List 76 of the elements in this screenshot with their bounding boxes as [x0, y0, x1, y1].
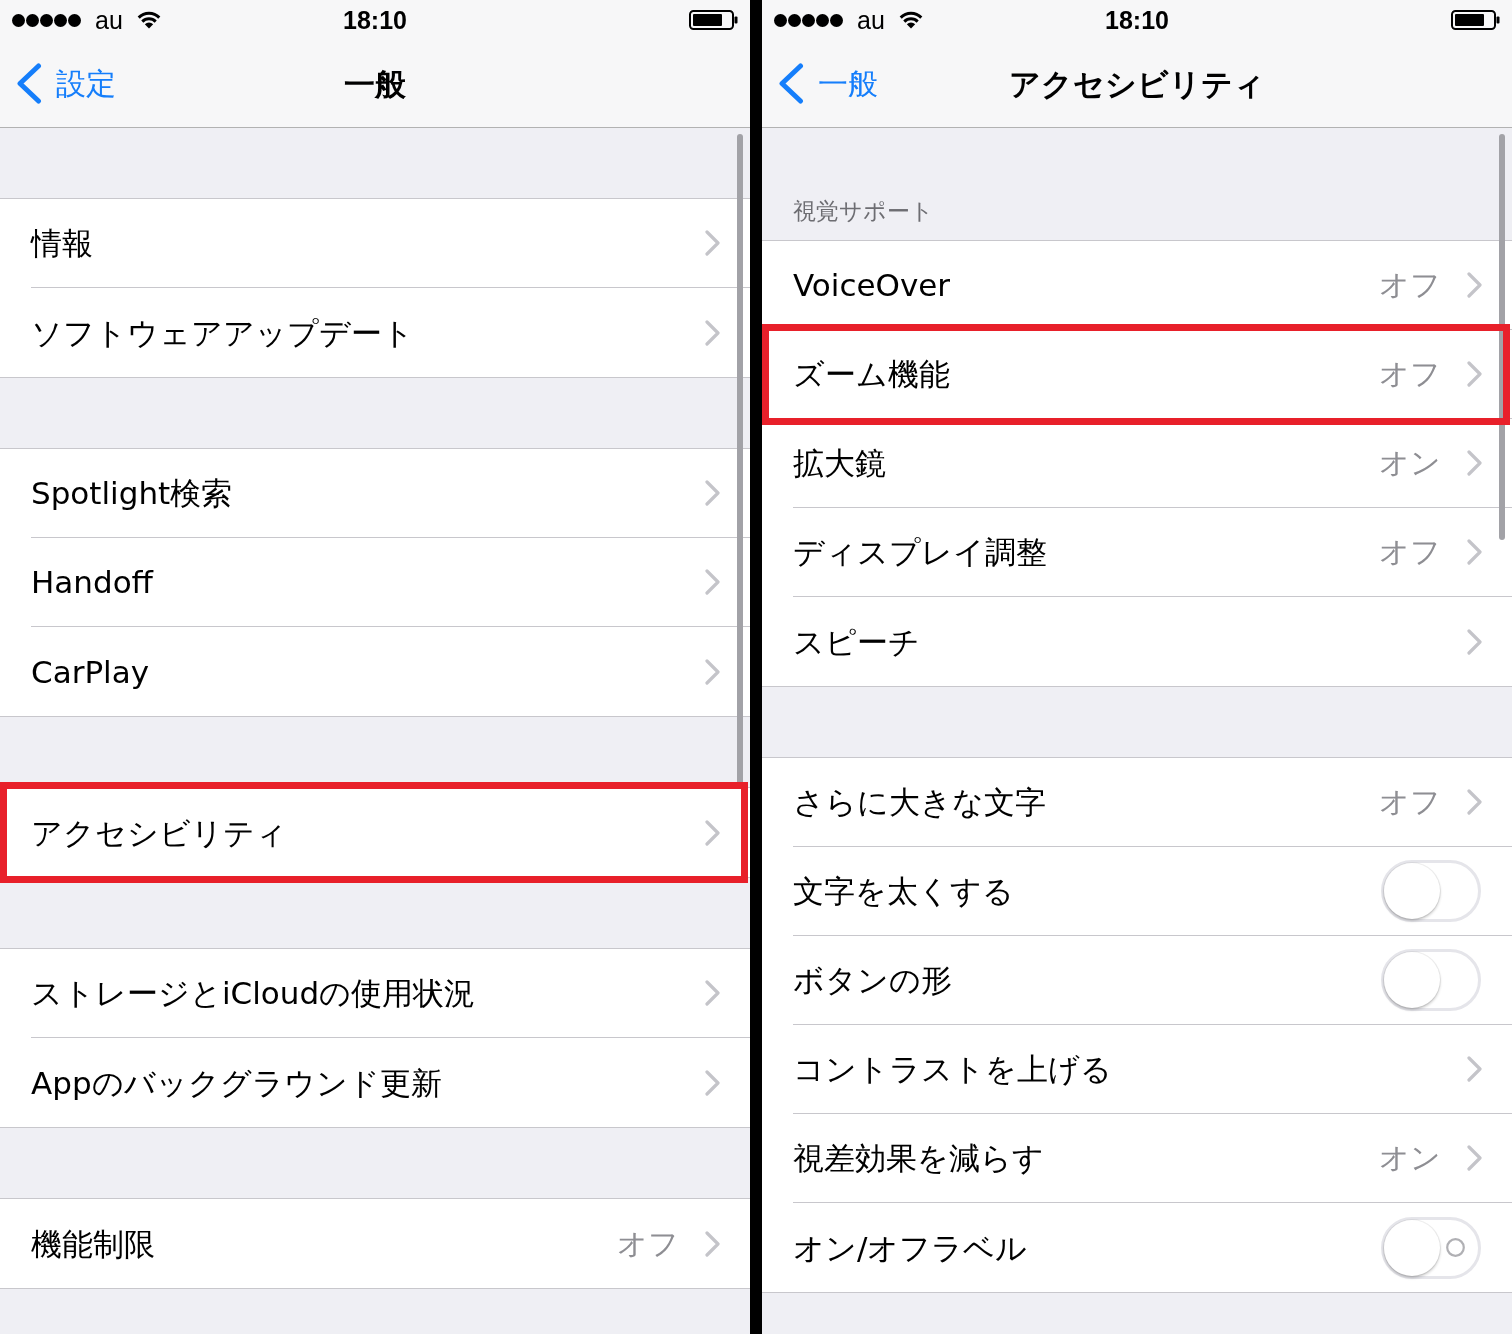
back-icon [778, 63, 804, 104]
row-label: アクセシビリティ [31, 813, 287, 853]
row-label: 情報 [31, 224, 93, 263]
battery-icon [1451, 10, 1500, 30]
row-label: Handoff [31, 563, 153, 602]
chevron-right-icon [705, 1230, 720, 1257]
battery-icon [689, 10, 738, 30]
back-icon [16, 63, 42, 104]
chevron-right-icon [705, 819, 720, 846]
settings-row[interactable]: 機能制限 オフ [0, 1199, 750, 1288]
row-label: VoiceOver [793, 266, 951, 305]
row-label: 視差効果を減らす [793, 1139, 1044, 1178]
row-value: オフ [1379, 266, 1441, 304]
chevron-right-icon [1467, 789, 1482, 815]
settings-row[interactable]: 拡大鏡 オン [762, 419, 1512, 508]
chevron-right-icon [1467, 272, 1482, 298]
status-time: 18:10 [343, 5, 407, 35]
carrier-name: au [95, 5, 123, 35]
chevron-right-icon [705, 230, 720, 256]
screen-title: アクセシビリティ [1009, 64, 1265, 104]
signal-strength-icon [774, 13, 843, 27]
settings-row[interactable]: VoiceOver オフ [762, 241, 1512, 330]
signal-strength-icon [12, 13, 81, 27]
row-label: 機能制限 [31, 1224, 155, 1264]
settings-row[interactable]: Handoff [0, 538, 750, 627]
chevron-right-icon [705, 980, 720, 1006]
wifi-icon [898, 11, 923, 29]
row-label: さらに大きな文字 [793, 783, 1046, 822]
row-value: オフ [1379, 783, 1441, 821]
settings-row[interactable]: ソフトウェアアップデート [0, 288, 750, 377]
row-value: オン [1379, 444, 1441, 482]
row-label: オン/オフラベル [793, 1228, 1028, 1268]
settings-row[interactable]: スピーチ [762, 597, 1512, 686]
row-label: 拡大鏡 [793, 444, 886, 483]
chevron-right-icon [1467, 450, 1482, 476]
row-value: オフ [617, 1224, 679, 1263]
screen-title: 一般 [344, 64, 406, 104]
chevron-right-icon [1467, 1056, 1482, 1082]
settings-row[interactable]: 情報 [0, 199, 750, 288]
row-label: コントラストを上げる [793, 1050, 1112, 1089]
back-button[interactable]: 設定 [16, 61, 116, 106]
row-value: オン [1379, 1139, 1441, 1177]
row-label: ボタンの形 [793, 961, 952, 1000]
row-label: CarPlay [31, 652, 150, 692]
chevron-right-icon [705, 569, 720, 595]
settings-row[interactable]: コントラストを上げる [762, 1025, 1512, 1114]
back-button[interactable]: 一般 [778, 61, 878, 106]
section-header: 視覚サポート [793, 197, 934, 226]
settings-row[interactable]: さらに大きな文字 オフ [762, 758, 1512, 847]
chevron-right-icon [705, 658, 720, 685]
settings-row[interactable]: Appのバックグラウンド更新 [0, 1038, 750, 1127]
chevron-right-icon [1467, 1145, 1482, 1171]
row-label: 文字を太くする [793, 872, 1014, 911]
row-value: オフ [1379, 355, 1441, 393]
settings-row[interactable]: ディスプレイ調整 オフ [762, 508, 1512, 597]
settings-row[interactable]: CarPlay [0, 627, 750, 716]
chevron-right-icon [705, 1069, 720, 1096]
wifi-icon [136, 11, 161, 29]
row-label: ストレージとiCloudの使用状況 [31, 974, 476, 1013]
chevron-right-icon [705, 319, 720, 346]
settings-row[interactable]: 視差効果を減らす オン [762, 1114, 1512, 1203]
settings-row[interactable]: Spotlight検索 [0, 449, 750, 538]
status-time: 18:10 [1105, 5, 1169, 35]
chevron-right-icon [1467, 628, 1482, 655]
row-label: ソフトウェアアップデート [31, 313, 414, 353]
row-label: ディスプレイ調整 [793, 533, 1047, 572]
row-label: Spotlight検索 [31, 474, 233, 513]
carrier-name: au [857, 5, 885, 35]
settings-row[interactable]: ストレージとiCloudの使用状況 [0, 949, 750, 1038]
chevron-right-icon [1467, 361, 1482, 387]
row-label: Appのバックグラウンド更新 [31, 1063, 442, 1103]
row-label: スピーチ [793, 622, 920, 662]
row-label: ズーム機能 [793, 355, 950, 394]
chevron-right-icon [1467, 539, 1482, 565]
row-value: オフ [1379, 533, 1441, 571]
chevron-right-icon [705, 480, 720, 506]
